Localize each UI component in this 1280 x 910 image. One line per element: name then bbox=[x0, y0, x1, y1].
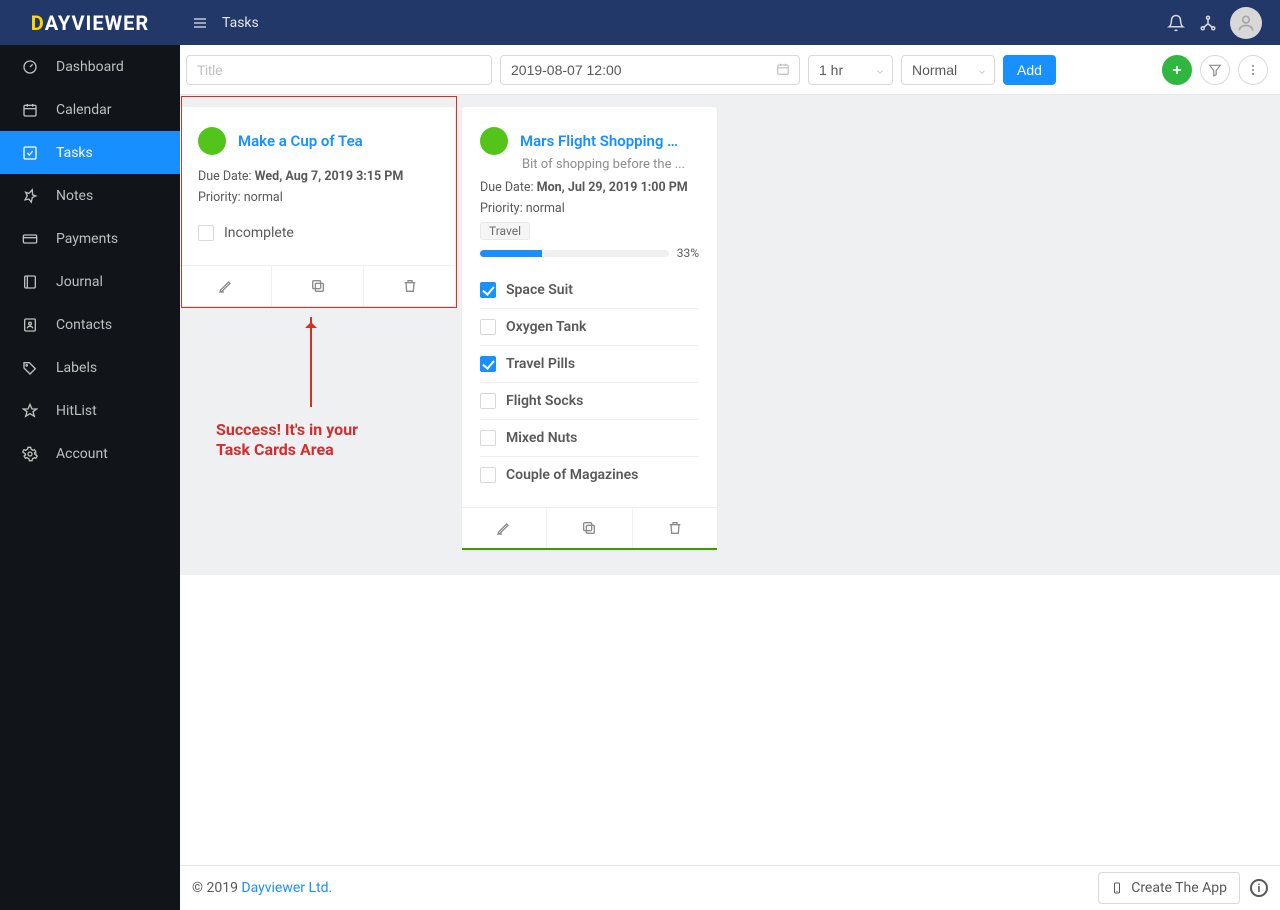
breadcrumb: Tasks bbox=[222, 15, 259, 31]
sidebar-item-label: Calendar bbox=[56, 102, 112, 118]
edit-button[interactable] bbox=[180, 266, 271, 306]
tasks-icon bbox=[22, 145, 38, 161]
copy-button[interactable] bbox=[271, 266, 363, 306]
sidebar-item-label: Payments bbox=[56, 231, 118, 247]
star-icon bbox=[22, 403, 38, 419]
delete-button[interactable] bbox=[363, 266, 455, 306]
sidebar-item-notes[interactable]: Notes bbox=[0, 174, 180, 217]
tag-icon bbox=[22, 360, 38, 376]
sidebar-item-contacts[interactable]: Contacts bbox=[0, 303, 180, 346]
sidebar-item-labels[interactable]: Labels bbox=[0, 346, 180, 389]
task-title[interactable]: Mars Flight Shopping … bbox=[520, 132, 678, 150]
tag-travel[interactable]: Travel bbox=[480, 222, 530, 240]
sidebar-item-hitlist[interactable]: HitList bbox=[0, 389, 180, 432]
sidebar-item-label: Tasks bbox=[56, 145, 93, 161]
checkbox[interactable] bbox=[198, 225, 214, 241]
annotation-arrow bbox=[310, 317, 312, 407]
bell-icon[interactable] bbox=[1166, 13, 1186, 33]
progress-bar bbox=[480, 250, 669, 257]
priority-line: Priority: normal bbox=[462, 197, 717, 218]
incomplete-row[interactable]: Incomplete bbox=[198, 221, 437, 251]
calendar-icon bbox=[22, 102, 38, 118]
checklist-label: Space Suit bbox=[506, 282, 573, 298]
checkbox[interactable] bbox=[480, 467, 496, 483]
sidebar-item-dashboard[interactable]: Dashboard bbox=[0, 45, 180, 88]
checkbox[interactable] bbox=[480, 430, 496, 446]
status-dot bbox=[198, 127, 226, 155]
task-description: Bit of shopping before the ... bbox=[462, 157, 717, 176]
sidebar-item-payments[interactable]: Payments bbox=[0, 217, 180, 260]
add-fab-button[interactable] bbox=[1162, 55, 1192, 85]
chevron-down-icon bbox=[977, 65, 987, 81]
checklist-item[interactable]: Couple of Magazines bbox=[480, 457, 699, 493]
progress-value: 33% bbox=[677, 246, 699, 260]
calendar-icon bbox=[776, 62, 790, 80]
task-card: Make a Cup of Tea Due Date: Wed, Aug 7, … bbox=[180, 107, 455, 306]
sidebar-item-label: Journal bbox=[56, 274, 103, 290]
due-date-line: Due Date: Wed, Aug 7, 2019 3:15 PM bbox=[180, 165, 455, 186]
checklist-item[interactable]: Mixed Nuts bbox=[480, 420, 699, 457]
filter-button[interactable] bbox=[1200, 55, 1230, 85]
task-card: Mars Flight Shopping … Bit of shopping b… bbox=[462, 107, 717, 550]
sidebar: Dashboard Calendar Tasks Notes Payments … bbox=[0, 45, 180, 910]
title-input[interactable] bbox=[186, 55, 492, 85]
sidebar-item-label: Dashboard bbox=[56, 59, 124, 75]
date-input[interactable] bbox=[500, 55, 800, 85]
sidebar-item-label: Account bbox=[56, 446, 108, 462]
checkbox[interactable] bbox=[480, 356, 496, 372]
logo-rest: AYVIEWER bbox=[45, 11, 149, 35]
chevron-down-icon bbox=[875, 65, 885, 81]
new-task-toolbar: Add bbox=[180, 45, 1280, 95]
gear-icon bbox=[22, 446, 38, 462]
due-date-line: Due Date: Mon, Jul 29, 2019 1:00 PM bbox=[462, 176, 717, 197]
edit-button[interactable] bbox=[462, 508, 546, 548]
sidebar-item-account[interactable]: Account bbox=[0, 432, 180, 475]
checklist-item[interactable]: Travel Pills bbox=[480, 346, 699, 383]
checklist-label: Mixed Nuts bbox=[506, 430, 577, 446]
task-title[interactable]: Make a Cup of Tea bbox=[238, 132, 363, 150]
checklist-label: Oxygen Tank bbox=[506, 319, 586, 335]
checklist-label: Flight Socks bbox=[506, 393, 583, 409]
card-icon bbox=[22, 231, 38, 247]
sidebar-item-label: Labels bbox=[56, 360, 97, 376]
sidebar-item-journal[interactable]: Journal bbox=[0, 260, 180, 303]
checkbox[interactable] bbox=[480, 319, 496, 335]
create-app-button[interactable]: Create The App bbox=[1098, 872, 1240, 904]
dashboard-icon bbox=[22, 59, 38, 75]
sidebar-item-label: Notes bbox=[56, 188, 93, 204]
incomplete-label: Incomplete bbox=[224, 225, 294, 241]
annotation-text: Success! It's in yourTask Cards Area bbox=[216, 420, 358, 460]
checklist-item[interactable]: Space Suit bbox=[480, 272, 699, 309]
priority-line: Priority: normal bbox=[180, 186, 455, 215]
avatar[interactable] bbox=[1230, 7, 1262, 39]
info-icon[interactable]: i bbox=[1250, 879, 1268, 897]
share-icon[interactable] bbox=[1198, 13, 1218, 33]
sidebar-item-calendar[interactable]: Calendar bbox=[0, 88, 180, 131]
checklist-item[interactable]: Flight Socks bbox=[480, 383, 699, 420]
checklist-label: Couple of Magazines bbox=[506, 467, 638, 483]
checklist-label: Travel Pills bbox=[506, 356, 575, 372]
status-dot bbox=[480, 127, 508, 155]
contacts-icon bbox=[22, 317, 38, 333]
copy-button[interactable] bbox=[546, 508, 631, 548]
sidebar-item-label: Contacts bbox=[56, 317, 112, 333]
footer-link[interactable]: Dayviewer Ltd. bbox=[241, 880, 332, 896]
checklist-item[interactable]: Oxygen Tank bbox=[480, 309, 699, 346]
add-button[interactable]: Add bbox=[1003, 55, 1056, 85]
copyright: © 2019 Dayviewer Ltd. bbox=[192, 880, 332, 896]
logo-prefix: D bbox=[31, 11, 45, 35]
menu-icon[interactable] bbox=[190, 13, 210, 33]
task-cards-area: Make a Cup of Tea Due Date: Wed, Aug 7, … bbox=[180, 95, 1280, 575]
checkbox[interactable] bbox=[480, 393, 496, 409]
delete-button[interactable] bbox=[632, 508, 717, 548]
phone-icon bbox=[1111, 881, 1123, 895]
pin-icon bbox=[22, 188, 38, 204]
sidebar-item-tasks[interactable]: Tasks bbox=[0, 131, 180, 174]
logo[interactable]: DAYVIEWER bbox=[0, 0, 180, 45]
checkbox[interactable] bbox=[480, 282, 496, 298]
sidebar-item-label: HitList bbox=[56, 403, 97, 419]
footer: © 2019 Dayviewer Ltd. Create The App i bbox=[180, 865, 1280, 910]
more-menu-button[interactable] bbox=[1238, 55, 1268, 85]
book-icon bbox=[22, 274, 38, 290]
